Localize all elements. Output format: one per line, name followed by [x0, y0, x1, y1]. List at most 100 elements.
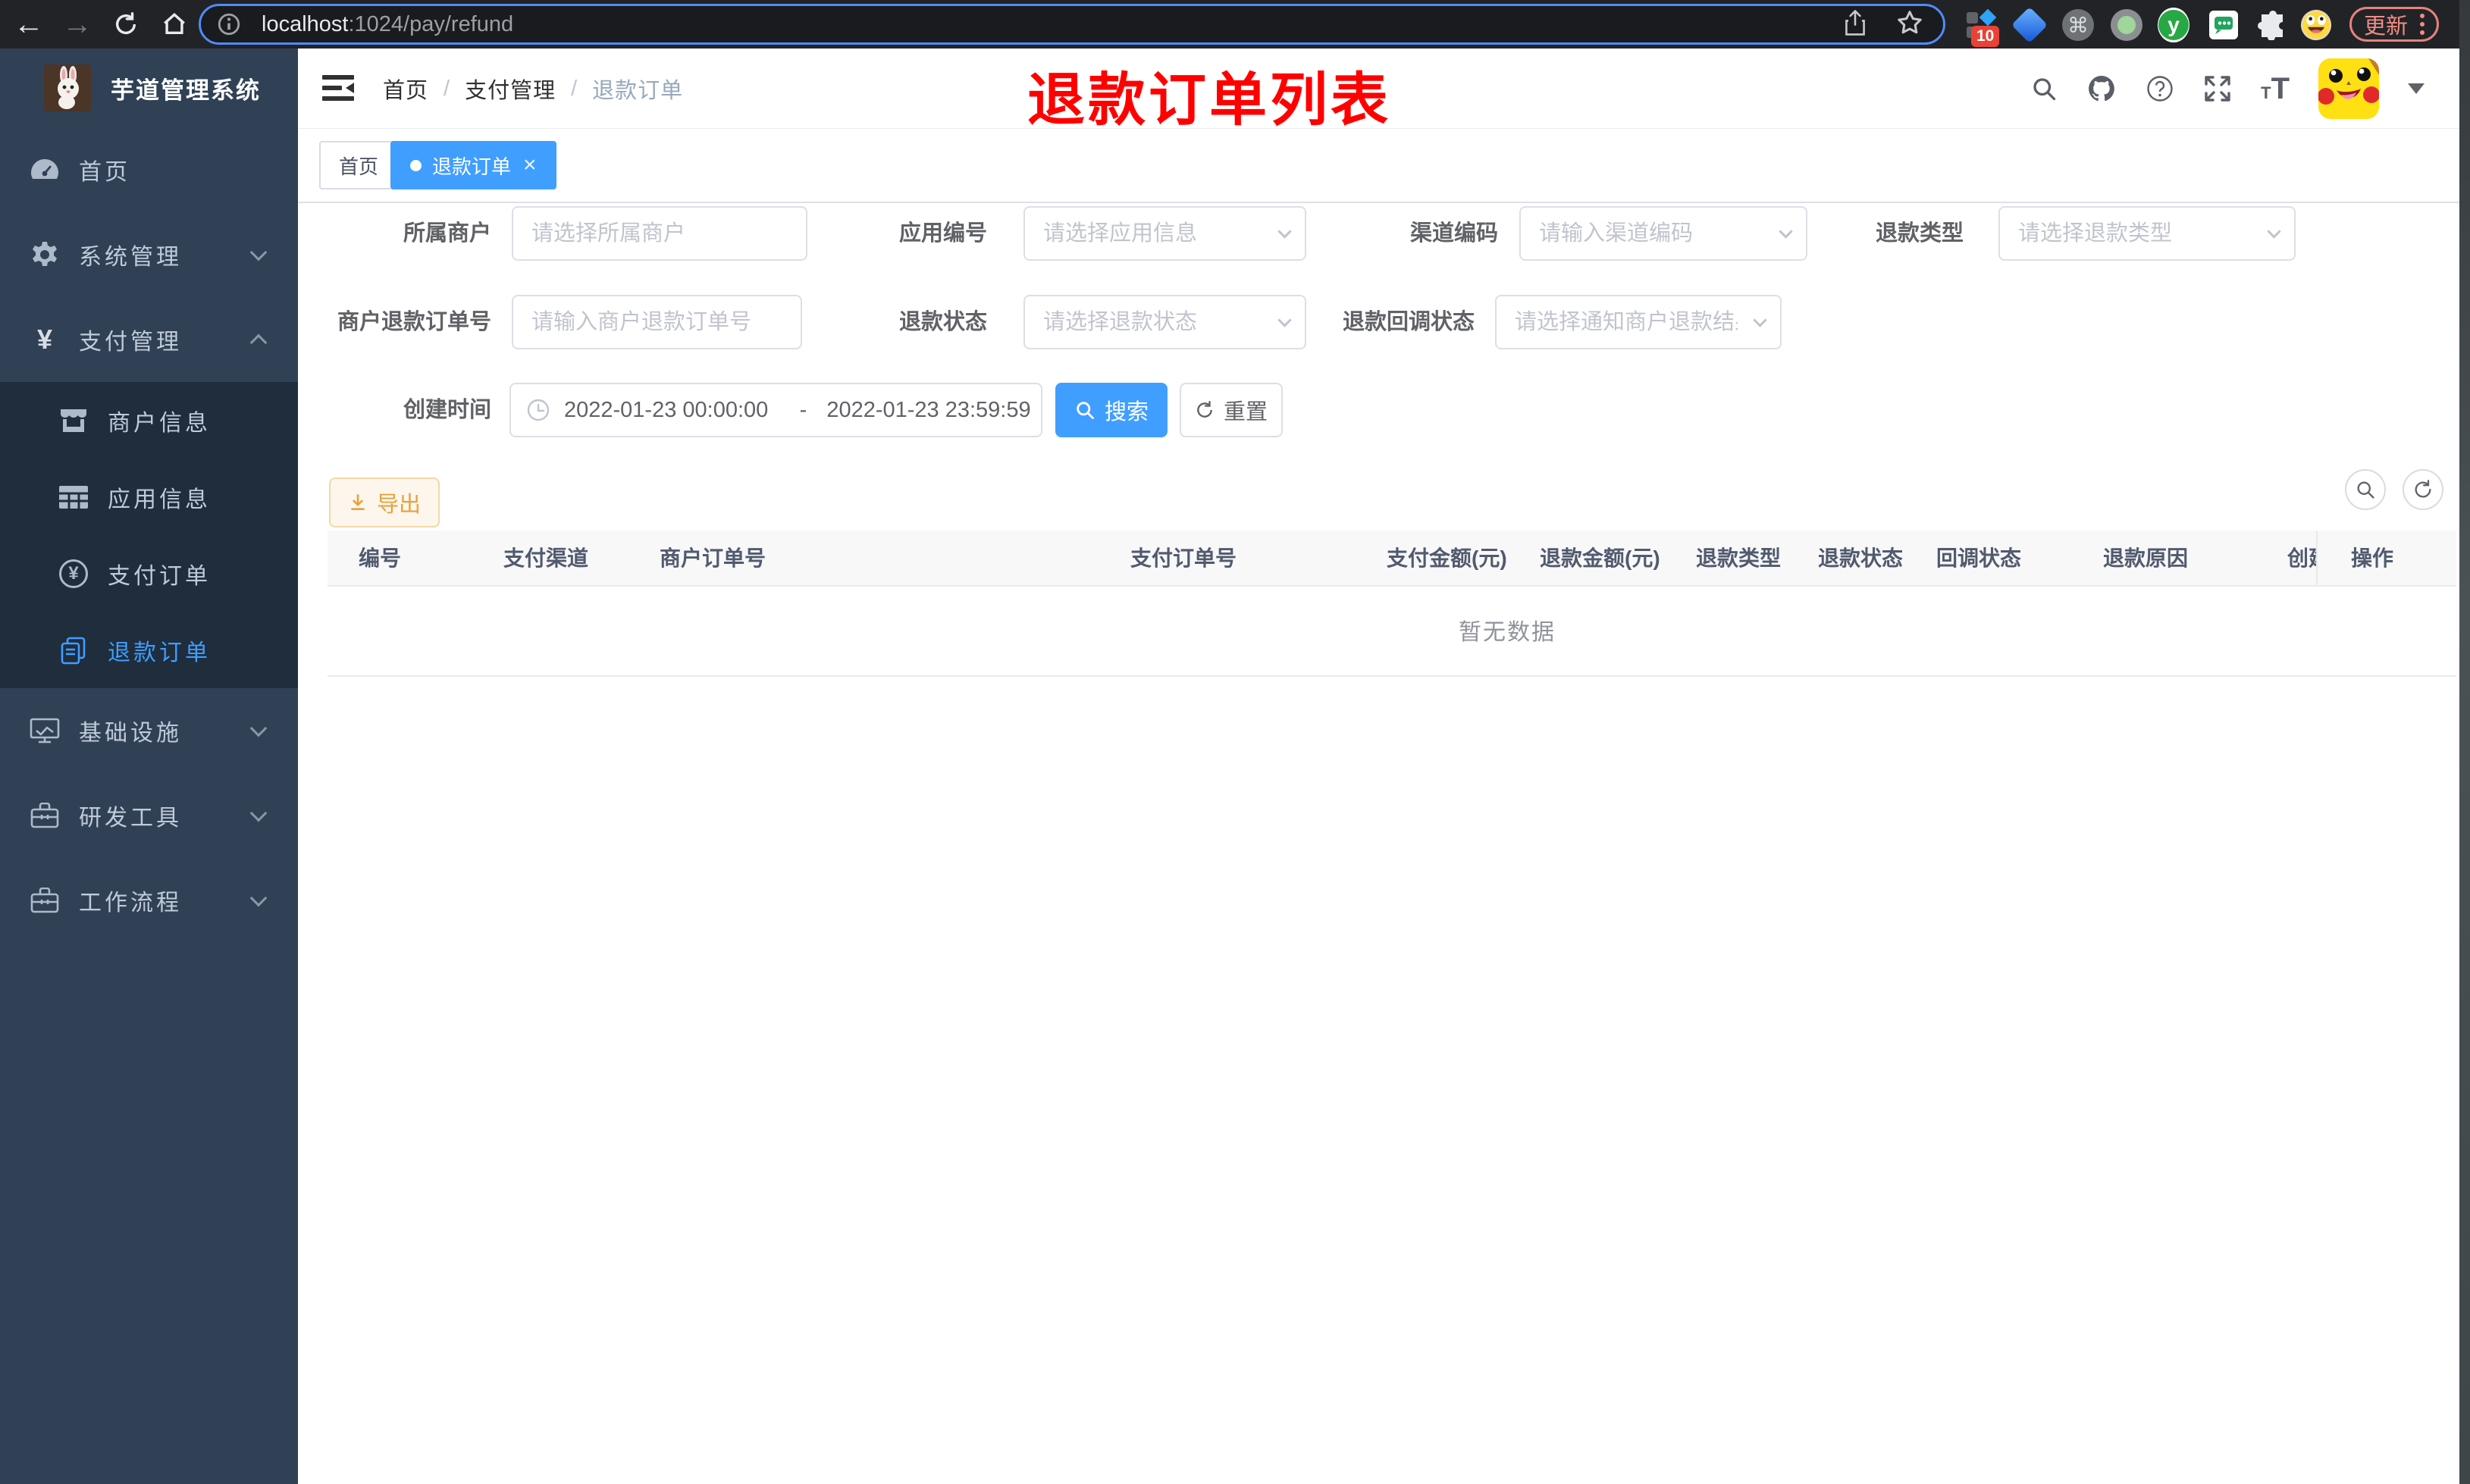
extension-chat-icon[interactable]: [2208, 9, 2240, 41]
label-create-time: 创建时间: [403, 398, 491, 422]
sidebar-item-infra[interactable]: 基础设施: [0, 688, 298, 773]
create-time-range-picker[interactable]: 2022-01-23 00:00:00 - 2022-01-23 23:59:5…: [509, 383, 1042, 437]
sidebar-item-pay[interactable]: 支付管理: [0, 297, 298, 382]
screen-edge: [2459, 0, 2470, 1484]
date-start-value[interactable]: 2022-01-23 00:00:00: [564, 398, 780, 423]
browser-update-button[interactable]: 更新: [2349, 7, 2440, 42]
store-icon: [56, 408, 91, 434]
col-id: 编号: [359, 546, 402, 570]
extension-gem-icon[interactable]: [2011, 6, 2048, 44]
notify-status-select[interactable]: [1495, 295, 1782, 349]
sidebar-item-pay-order[interactable]: 支付订单: [0, 535, 298, 612]
col-callback-status: 回调状态: [1936, 546, 2022, 570]
col-create-time: 创建时间: [2287, 546, 2316, 570]
chevron-down-icon: [249, 889, 268, 907]
reset-button[interactable]: 重置: [1180, 383, 1283, 437]
extension-tabs-icon[interactable]: 10: [1965, 9, 2000, 47]
yen-circle-icon: [56, 559, 91, 588]
share-icon[interactable]: [1843, 9, 1867, 40]
tab-active-dot: [410, 159, 422, 171]
tab-refund-order[interactable]: 退款订单 ×: [390, 141, 556, 189]
merchant-refund-no-input[interactable]: [512, 295, 802, 349]
extension-emoji-icon[interactable]: [2300, 9, 2332, 41]
extension-record-icon[interactable]: [2111, 9, 2142, 41]
empty-text: 暂无数据: [1459, 620, 1556, 645]
col-refund-status: 退款状态: [1818, 546, 1904, 570]
breadcrumb-pay[interactable]: 支付管理: [465, 73, 556, 105]
documents-icon: [56, 636, 91, 665]
sidebar-collapse-icon[interactable]: [322, 74, 354, 106]
date-end-value[interactable]: 2022-01-23 23:59:59: [826, 398, 1041, 423]
app-header: 首页 / 支付管理 / 退款订单 退款订单列表: [298, 49, 2459, 133]
chevron-down-icon: [249, 719, 268, 737]
app-title: 芋道管理系统: [111, 77, 261, 104]
reload-icon[interactable]: [108, 0, 144, 49]
toggle-search-button[interactable]: [2345, 469, 2386, 510]
home-icon[interactable]: [156, 0, 193, 49]
monitor-icon: [27, 717, 62, 744]
github-icon[interactable]: [2086, 74, 2117, 104]
col-refund-type: 退款类型: [1696, 546, 1782, 570]
col-merchant-order-no: 商户订单号: [660, 546, 766, 570]
tab-close-icon[interactable]: ×: [523, 154, 537, 177]
merchant-input[interactable]: [512, 206, 807, 261]
browser-toolbar: ← → localhost:1024/pay/refund 10 ⌘ y 更新: [0, 0, 2470, 49]
col-refund-reason: 退款原因: [2103, 546, 2189, 570]
avatar-caret-icon[interactable]: [2408, 83, 2425, 94]
font-size-icon[interactable]: [2261, 76, 2290, 102]
bookmark-star-icon[interactable]: [1896, 9, 1923, 40]
chevron-down-icon: [249, 243, 268, 261]
breadcrumb: 首页 / 支付管理 / 退款订单: [383, 49, 683, 129]
page-title-annotation: 退款订单列表: [1027, 68, 1391, 133]
url-text[interactable]: localhost:1024/pay/refund: [262, 12, 513, 37]
sidebar-item-workflow[interactable]: 工作流程: [0, 858, 298, 943]
toolbox-icon: [27, 888, 62, 913]
site-info-icon[interactable]: [216, 11, 242, 37]
label-refund-status: 退款状态: [898, 310, 987, 334]
sidebar-item-home[interactable]: 首页: [0, 127, 298, 212]
toolbox-icon: [27, 803, 62, 828]
browser-menu-icon[interactable]: [2420, 14, 2425, 35]
sidebar-item-merchant-info[interactable]: 商户信息: [0, 382, 298, 459]
tab-home[interactable]: 首页: [319, 141, 399, 189]
logo-rabbit-image: [44, 64, 91, 111]
dashboard-icon: [27, 156, 62, 183]
sidebar-submenu-pay: 商户信息 应用信息 支付订单 退款订单: [0, 382, 298, 688]
address-bar[interactable]: localhost:1024/pay/refund: [199, 4, 1945, 45]
col-pay-order-no: 支付订单号: [1130, 546, 1237, 570]
col-pay-amount: 支付金额(元): [1387, 546, 1507, 570]
extension-badge: 10: [1971, 26, 2000, 47]
sidebar-item-system[interactable]: 系统管理: [0, 212, 298, 297]
fullscreen-icon[interactable]: [2203, 74, 2232, 103]
sidebar: 芋道管理系统 首页 系统管理 支付管理 商户信息: [0, 49, 298, 1484]
fixed-action-column: 操作: [2316, 531, 2456, 585]
export-button[interactable]: 导出: [329, 477, 440, 528]
app-logo[interactable]: 芋道管理系统: [0, 49, 298, 127]
app-select[interactable]: [1023, 206, 1306, 261]
search-button[interactable]: 搜索: [1055, 383, 1168, 437]
refresh-button[interactable]: [2403, 469, 2443, 510]
avatar[interactable]: [2318, 58, 2379, 119]
help-icon[interactable]: [2146, 74, 2174, 103]
extension-y-icon[interactable]: y: [2158, 8, 2189, 42]
sidebar-item-devtools[interactable]: 研发工具: [0, 773, 298, 858]
forward-icon[interactable]: →: [59, 0, 96, 49]
label-merchant-refund-no: 商户退款订单号: [337, 310, 491, 334]
screen: ← → localhost:1024/pay/refund 10 ⌘ y 更新 …: [0, 0, 2470, 1484]
gear-icon: [27, 240, 62, 269]
sidebar-item-refund-order[interactable]: 退款订单: [0, 612, 298, 688]
breadcrumb-home[interactable]: 首页: [383, 73, 428, 105]
col-actions: 操作: [2351, 546, 2394, 570]
refund-type-select[interactable]: [1998, 206, 2296, 261]
back-icon[interactable]: ←: [11, 0, 47, 49]
sidebar-item-app-info[interactable]: 应用信息: [0, 459, 298, 535]
extensions-puzzle-icon[interactable]: [2256, 9, 2288, 41]
table-empty-row: 暂无数据: [328, 588, 2456, 677]
search-icon[interactable]: [2030, 75, 2058, 102]
extension-command-icon[interactable]: [2062, 9, 2094, 41]
label-channel: 渠道编码: [1409, 221, 1498, 246]
breadcrumb-current: 退款订单: [592, 79, 684, 103]
label-notify-status: 退款回调状态: [1342, 310, 1475, 334]
channel-select[interactable]: [1519, 206, 1807, 261]
table-header: 编号 支付渠道 商户订单号 支付订单号 支付金额(元) 退款金额(元) 退款类型…: [328, 531, 2456, 587]
